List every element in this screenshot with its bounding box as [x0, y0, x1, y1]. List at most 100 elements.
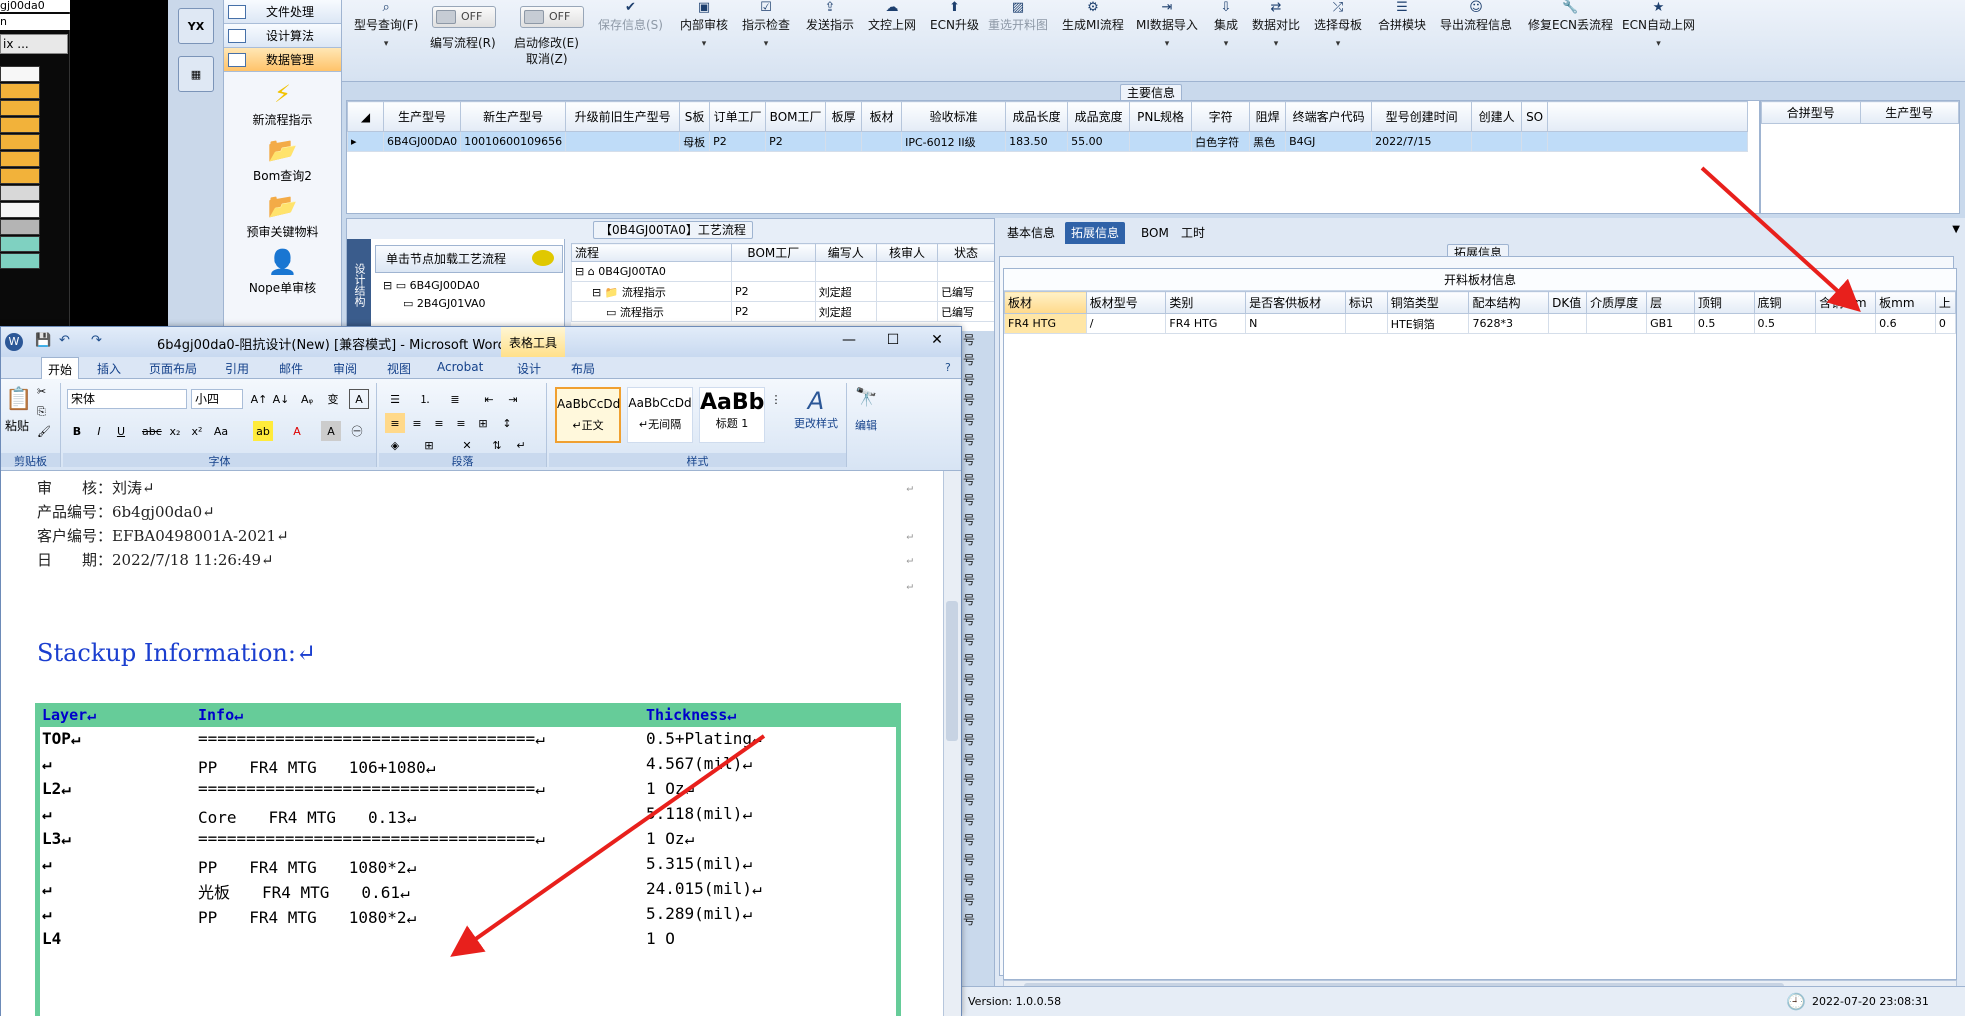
- load-flow-button[interactable]: 单击节点加载工艺流程: [375, 245, 563, 273]
- style-normal[interactable]: AaBbCcDd ↵正文: [555, 387, 621, 443]
- table-cell[interactable]: 白色字符: [1191, 131, 1251, 152]
- styles-scroll-icon[interactable]: ⋮: [769, 389, 783, 441]
- copy-icon[interactable]: ⎘: [37, 405, 46, 419]
- column-header[interactable]: 合拼型号: [1761, 101, 1861, 124]
- tab-basic[interactable]: 基本信息: [1001, 222, 1061, 244]
- font-size-box[interactable]: 小四: [191, 389, 243, 409]
- write-flow-toggle[interactable]: OFF: [432, 6, 496, 28]
- table-cell[interactable]: 0.5: [1753, 313, 1817, 334]
- swatch[interactable]: [0, 236, 40, 252]
- table-cell[interactable]: /: [1085, 313, 1167, 334]
- column-header[interactable]: 板材型号: [1085, 291, 1167, 314]
- export-flow-button[interactable]: ☺ 导出流程信息: [1440, 0, 1512, 33]
- column-header[interactable]: 流程: [571, 243, 732, 262]
- column-header[interactable]: 订单工厂: [709, 101, 767, 132]
- column-header[interactable]: 新生产型号: [460, 101, 567, 132]
- column-header[interactable]: SO: [1521, 101, 1549, 132]
- column-header[interactable]: PNL规格: [1129, 101, 1193, 132]
- tab-references[interactable]: 引用: [225, 360, 249, 377]
- tab-view[interactable]: 视图: [387, 360, 411, 377]
- save-info-button[interactable]: ✔ 保存信息(S): [598, 0, 663, 33]
- nav-item-key-material[interactable]: 📂 预审关键物料: [224, 192, 341, 240]
- office-logo-icon[interactable]: W: [5, 333, 23, 351]
- column-header[interactable]: 型号创建时间: [1371, 101, 1473, 132]
- column-header[interactable]: 板材: [861, 101, 903, 132]
- column-header[interactable]: 类别: [1165, 291, 1247, 314]
- table-row[interactable]: ⊟ ⌂ 0B4GJ00TA0: [571, 261, 995, 282]
- column-header[interactable]: 铜箔类型: [1386, 291, 1470, 314]
- ecn-upgrade-button[interactable]: ⬆ ECN升级: [930, 0, 979, 33]
- tree-node[interactable]: ⊟ ▭ 6B4GJ00DA0: [383, 279, 480, 292]
- table-cell[interactable]: IPC-6012 II级: [901, 131, 1007, 152]
- line-spacing-icon[interactable]: ↕: [497, 413, 517, 433]
- underline-icon[interactable]: U: [111, 421, 131, 441]
- char-border-icon[interactable]: A: [349, 389, 369, 409]
- stackup-table[interactable]: Layer↵ Info↵ Thickness↵ TOP↵ ============…: [35, 703, 901, 1016]
- start-modify-toggle[interactable]: OFF: [520, 6, 584, 28]
- column-header[interactable]: 验收标准: [901, 101, 1007, 132]
- table-cell[interactable]: P2: [709, 131, 767, 152]
- table-cell[interactable]: [565, 131, 681, 152]
- instruction-check-button[interactable]: ☑ 指示检查 ▾: [742, 0, 790, 49]
- bold-icon[interactable]: B: [67, 421, 87, 441]
- tab-hours[interactable]: 工时: [1175, 222, 1211, 244]
- tab-layout[interactable]: 页面布局: [149, 360, 197, 377]
- swatch[interactable]: [0, 100, 40, 116]
- column-header[interactable]: 生产型号: [382, 101, 462, 132]
- table-row[interactable]: L3↵ ===================================↵ 1…: [40, 827, 900, 852]
- table-cell[interactable]: B4GJ: [1285, 131, 1373, 152]
- table-cell[interactable]: 0: [1934, 313, 1957, 334]
- column-header[interactable]: 介质厚度: [1586, 291, 1648, 314]
- undo-icon[interactable]: ↶: [59, 333, 70, 348]
- swatch[interactable]: [0, 185, 40, 201]
- subscript-icon[interactable]: x₂: [165, 421, 185, 441]
- column-header[interactable]: 阻焊: [1249, 101, 1287, 132]
- table-cell[interactable]: [1815, 313, 1877, 334]
- cut-icon[interactable]: ✂: [37, 385, 46, 398]
- column-header[interactable]: 生产型号: [1859, 101, 1959, 124]
- integrate-button[interactable]: ⇩ 集成 ▾: [1214, 0, 1238, 49]
- highlight-icon[interactable]: ab: [253, 421, 273, 441]
- column-header[interactable]: 字符: [1191, 101, 1251, 132]
- table-row[interactable]: ▭ 流程指示 P2 刘定超 已编写: [571, 301, 995, 322]
- decrease-indent-icon[interactable]: ⇤: [479, 389, 499, 409]
- grow-font-icon[interactable]: A↑: [249, 389, 269, 409]
- table-row[interactable]: TOP↵ ===================================↵…: [40, 727, 900, 752]
- table-cell[interactable]: 183.50: [1005, 131, 1069, 152]
- borders-icon[interactable]: ⊞: [419, 435, 439, 455]
- maximize-icon[interactable]: ☐: [883, 332, 903, 348]
- nav-item-bom-query[interactable]: 📂 Bom查询2: [224, 136, 341, 184]
- data-compare-button[interactable]: ⇄ 数据对比 ▾: [1252, 0, 1300, 49]
- column-header[interactable]: 底铜: [1753, 291, 1817, 314]
- paste-label[interactable]: 粘贴: [5, 417, 29, 434]
- swatch[interactable]: [0, 117, 40, 133]
- change-styles-button[interactable]: A 更改样式: [789, 387, 843, 431]
- column-header[interactable]: DK值: [1548, 291, 1588, 314]
- shrink-font-icon[interactable]: A↓: [271, 389, 291, 409]
- asian-layout-icon[interactable]: ✕: [457, 435, 477, 455]
- model-query-button[interactable]: ⌕ 型号查询(F) ▾: [354, 0, 418, 49]
- nav-header-algorithm[interactable]: 设计算法: [224, 24, 341, 48]
- tab-review[interactable]: 审阅: [333, 360, 357, 377]
- repair-ecn-button[interactable]: 🔧 修复ECN丢流程: [1528, 0, 1613, 33]
- tab-home[interactable]: 开始: [41, 357, 80, 379]
- app-button[interactable]: ix ...: [0, 34, 68, 54]
- table-cell[interactable]: N: [1245, 313, 1346, 334]
- table-cell[interactable]: 黑色: [1249, 131, 1287, 152]
- close-icon[interactable]: ✕: [927, 332, 947, 348]
- calculator-icon[interactable]: ▦: [178, 56, 214, 92]
- table-cell[interactable]: [861, 131, 903, 152]
- align-left-icon[interactable]: ≡: [385, 413, 405, 433]
- justify-icon[interactable]: ≡: [451, 413, 471, 433]
- swatch[interactable]: [0, 202, 40, 218]
- column-header[interactable]: 核审人: [875, 243, 939, 262]
- swatch[interactable]: [0, 83, 40, 99]
- column-header[interactable]: 编写人: [814, 243, 877, 262]
- tab-mailings[interactable]: 邮件: [279, 360, 303, 377]
- table-row[interactable]: ⊟ 📁 流程指示 P2 刘定超 已编写: [571, 281, 995, 302]
- column-header[interactable]: 状态: [937, 243, 995, 262]
- tab-acrobat[interactable]: Acrobat: [437, 360, 483, 374]
- table-cell[interactable]: GB1: [1646, 313, 1695, 334]
- align-right-icon[interactable]: ≡: [429, 413, 449, 433]
- redo-icon[interactable]: ↷: [91, 333, 102, 348]
